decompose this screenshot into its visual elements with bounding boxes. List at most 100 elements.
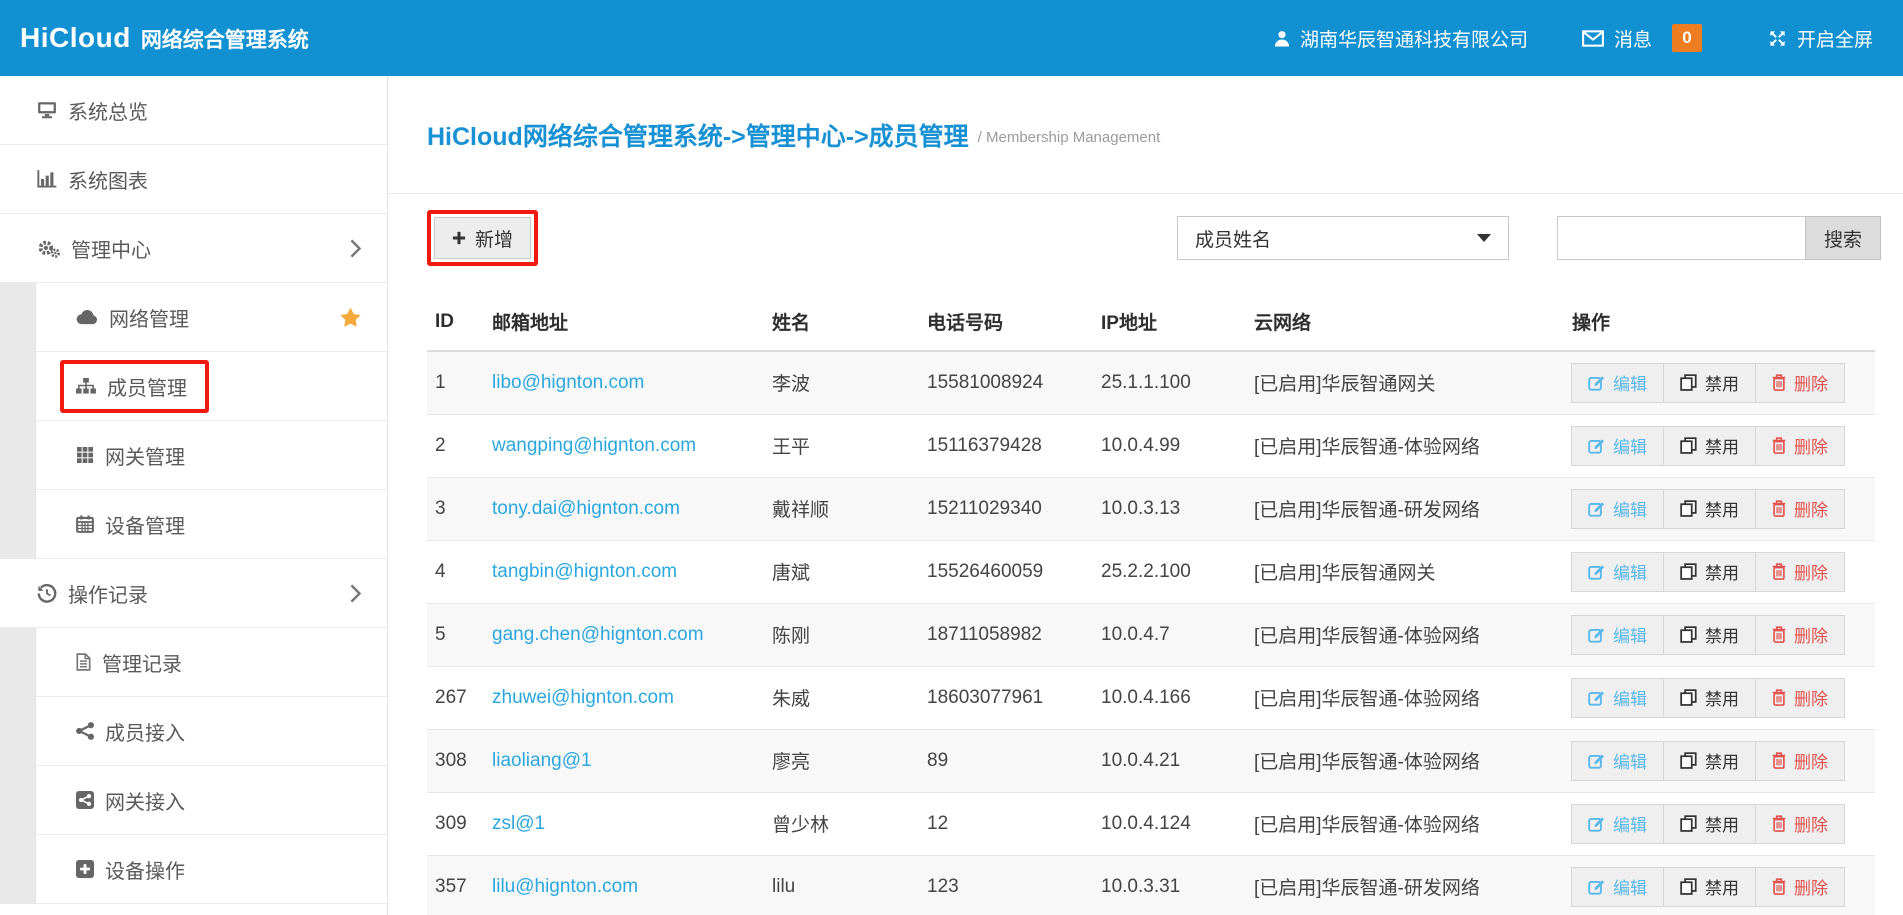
sidebar-item-label: 成员管理	[107, 372, 187, 401]
edit-icon	[1588, 752, 1605, 769]
disable-button[interactable]: 禁用	[1663, 678, 1756, 718]
gears-icon	[37, 239, 60, 258]
action-label: 删除	[1794, 496, 1828, 521]
edit-button[interactable]: 编辑	[1571, 867, 1664, 907]
sidebar-item-member-management[interactable]: 成员管理	[35, 352, 387, 421]
search-input[interactable]	[1557, 216, 1805, 260]
email-link[interactable]: tangbin@hignton.com	[492, 561, 677, 582]
row-email: wangping@hignton.com	[484, 414, 764, 477]
edit-icon	[1588, 374, 1605, 391]
action-button-group: 编辑禁用删除	[1572, 615, 1867, 655]
app-logo-text: HiCloud	[20, 22, 131, 54]
disable-button[interactable]: 禁用	[1663, 363, 1756, 403]
top-header-bar: HiCloud 网络综合管理系统 湖南华辰智通科技有限公司 消息 0 开启全屏	[0, 0, 1903, 76]
delete-button[interactable]: 删除	[1755, 615, 1845, 655]
sidebar-item-network-management[interactable]: 网络管理	[35, 283, 387, 352]
sidebar-item-inner: 系统总览	[37, 96, 148, 125]
disable-button[interactable]: 禁用	[1663, 552, 1756, 592]
row-phone: 12	[919, 792, 1093, 855]
email-link[interactable]: gang.chen@hignton.com	[492, 624, 704, 645]
table-body: 1libo@hignton.com李波1558100892425.1.1.100…	[427, 351, 1875, 915]
fullscreen-button[interactable]: 开启全屏	[1768, 25, 1873, 52]
email-link[interactable]: zsl@1	[492, 813, 545, 834]
delete-button[interactable]: 删除	[1755, 867, 1845, 907]
row-id: 5	[427, 603, 484, 666]
company-menu[interactable]: 湖南华辰智通科技有限公司	[1274, 25, 1528, 52]
members-table-wrap: ID邮箱地址姓名电话号码IP地址云网络操作 1libo@hignton.com李…	[427, 296, 1881, 915]
edit-button[interactable]: 编辑	[1571, 489, 1664, 529]
search-button[interactable]: 搜索	[1805, 216, 1881, 260]
plus-icon	[452, 231, 466, 245]
disable-button[interactable]: 禁用	[1663, 741, 1756, 781]
delete-button[interactable]: 删除	[1755, 426, 1845, 466]
edit-button[interactable]: 编辑	[1571, 804, 1664, 844]
action-button-group: 编辑禁用删除	[1572, 426, 1867, 466]
copy-icon	[1680, 437, 1697, 454]
action-label: 删除	[1794, 748, 1828, 773]
sidebar-item-inner: 成员接入	[76, 717, 185, 746]
email-link[interactable]: liaoliang@1	[492, 750, 592, 771]
action-label: 编辑	[1613, 622, 1647, 647]
copy-icon	[1680, 374, 1697, 391]
sidebar-item-system-overview[interactable]: 系统总览	[0, 76, 387, 145]
disable-button[interactable]: 禁用	[1663, 615, 1756, 655]
row-ip: 25.2.2.100	[1093, 540, 1246, 603]
sidebar-item-gateway-access[interactable]: 网关接入	[35, 766, 387, 835]
add-button[interactable]: 新增	[434, 217, 531, 259]
app-logo-suffix: 网络综合管理系统	[141, 24, 309, 54]
edit-button[interactable]: 编辑	[1571, 426, 1664, 466]
delete-button[interactable]: 删除	[1755, 552, 1845, 592]
row-network: [已启用]华辰智通-研发网络	[1246, 855, 1564, 915]
disable-button[interactable]: 禁用	[1663, 489, 1756, 529]
action-button-group: 编辑禁用删除	[1572, 804, 1867, 844]
row-id: 308	[427, 729, 484, 792]
disable-button[interactable]: 禁用	[1663, 426, 1756, 466]
email-link[interactable]: wangping@hignton.com	[492, 435, 696, 456]
delete-button[interactable]: 删除	[1755, 741, 1845, 781]
action-label: 禁用	[1705, 496, 1739, 521]
action-label: 编辑	[1613, 748, 1647, 773]
app-logo[interactable]: HiCloud 网络综合管理系统	[20, 22, 309, 54]
edit-button[interactable]: 编辑	[1571, 363, 1664, 403]
delete-button[interactable]: 删除	[1755, 489, 1845, 529]
delete-button[interactable]: 删除	[1755, 678, 1845, 718]
edit-button[interactable]: 编辑	[1571, 741, 1664, 781]
sidebar-item-operation-logs[interactable]: 操作记录	[0, 559, 387, 628]
edit-button[interactable]: 编辑	[1571, 615, 1664, 655]
cloud-icon	[76, 310, 98, 325]
row-id: 267	[427, 666, 484, 729]
action-button-group: 编辑禁用删除	[1572, 363, 1867, 403]
row-actions: 编辑禁用 删除	[1564, 729, 1875, 792]
edit-icon	[1588, 689, 1605, 706]
disable-button[interactable]: 禁用	[1663, 804, 1756, 844]
sidebar-item-system-charts[interactable]: 系统图表	[0, 145, 387, 214]
sidebar-item-admin-center[interactable]: 管理中心	[0, 214, 387, 283]
row-email: zsl@1	[484, 792, 764, 855]
sidebar-item-admin-logs[interactable]: 管理记录	[35, 628, 387, 697]
table-row: 5gang.chen@hignton.com陈刚1871105898210.0.…	[427, 603, 1875, 666]
sidebar-item-device-management[interactable]: 设备管理	[35, 490, 387, 559]
sidebar-item-label: 设备操作	[105, 855, 185, 884]
filter-field-select[interactable]: 成员姓名	[1177, 216, 1509, 260]
email-link[interactable]: zhuwei@hignton.com	[492, 687, 674, 708]
row-id: 3	[427, 477, 484, 540]
search-group: 搜索	[1557, 216, 1881, 260]
email-link[interactable]: lilu@hignton.com	[492, 876, 638, 897]
fullscreen-icon	[1768, 29, 1787, 48]
edit-button[interactable]: 编辑	[1571, 678, 1664, 718]
disable-button[interactable]: 禁用	[1663, 867, 1756, 907]
delete-button[interactable]: 删除	[1755, 363, 1845, 403]
delete-button[interactable]: 删除	[1755, 804, 1845, 844]
row-actions: 编辑禁用删除	[1564, 351, 1875, 414]
email-link[interactable]: tony.dai@hignton.com	[492, 498, 680, 519]
row-phone: 15526460059	[919, 540, 1093, 603]
sidebar-item-label: 系统总览	[68, 96, 148, 125]
sidebar-item-member-access[interactable]: 成员接入	[35, 697, 387, 766]
edit-button[interactable]: 编辑	[1571, 552, 1664, 592]
email-link[interactable]: libo@hignton.com	[492, 372, 644, 393]
action-label: 编辑	[1613, 685, 1647, 710]
sidebar-item-inner: 网关管理	[76, 441, 185, 470]
messages-menu[interactable]: 消息 0	[1582, 24, 1702, 52]
sidebar-item-device-operations[interactable]: 设备操作	[35, 835, 387, 904]
sidebar-item-gateway-management[interactable]: 网关管理	[35, 421, 387, 490]
